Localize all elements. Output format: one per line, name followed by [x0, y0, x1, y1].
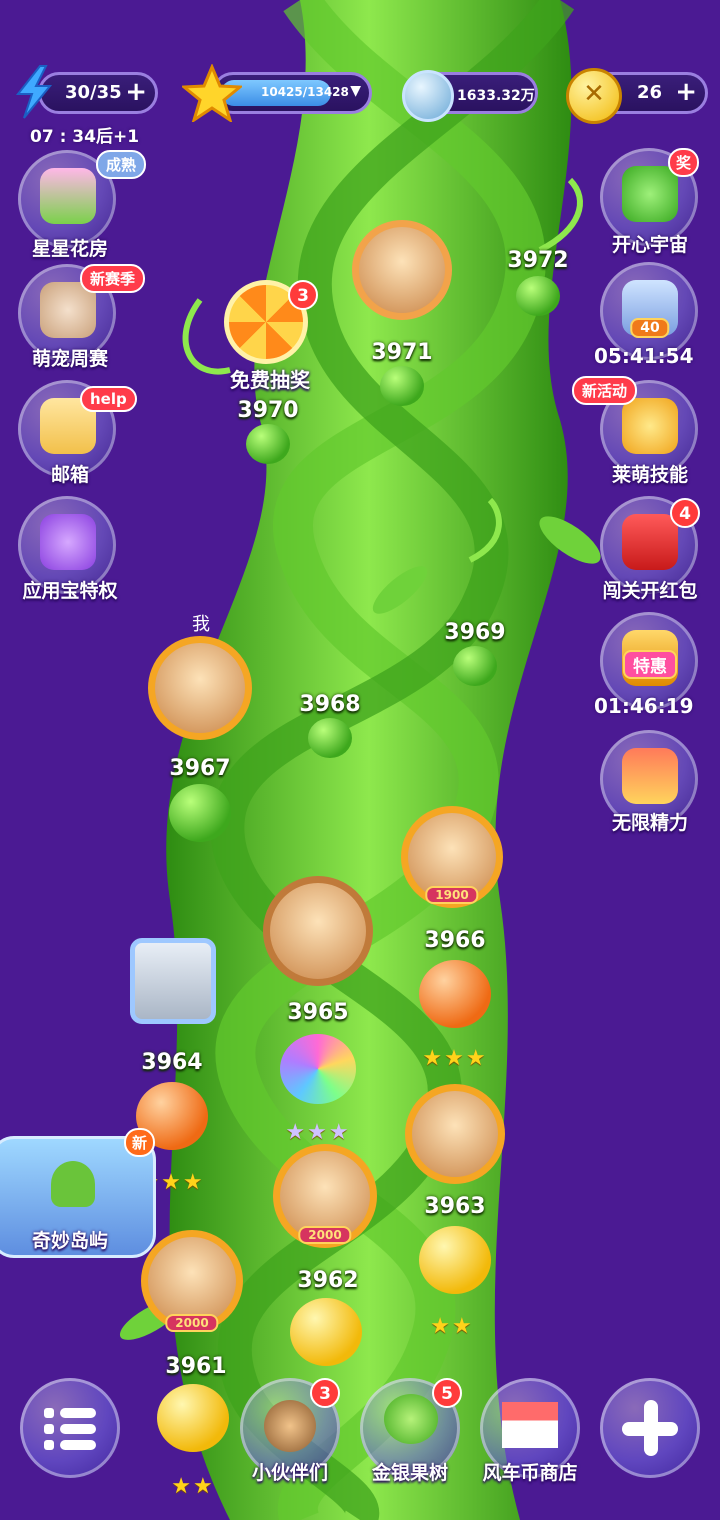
star-flower-house-label: 星星花房 — [31, 238, 108, 260]
chevron-down-icon[interactable]: ▼ — [350, 83, 361, 99]
level-number: 3971 — [371, 340, 433, 365]
level-node-3963[interactable] — [419, 1226, 491, 1294]
windmill-shop-label: 风车币商店 — [482, 1462, 578, 1484]
level-number: 3969 — [444, 620, 506, 645]
lottery-label: 免费抽奖 — [230, 368, 310, 392]
raccoon-icon — [264, 1400, 316, 1452]
add-coin-button[interactable]: + — [675, 78, 697, 106]
palm-tree-icon — [51, 1161, 95, 1207]
level-stars-3963: ★★ — [430, 1314, 474, 1339]
level-number: 3964 — [141, 1050, 203, 1075]
friend-cow-avatar[interactable] — [263, 876, 373, 986]
star-progress-value: 10425/13428 — [261, 85, 349, 99]
level-number: 3967 — [169, 756, 231, 781]
energy-value: 30/35 — [65, 82, 122, 103]
gift-icon — [622, 748, 678, 804]
level-number: 3970 — [237, 398, 299, 423]
owl-icon — [40, 514, 96, 570]
level-node-3968[interactable] — [308, 718, 352, 758]
diamond-icon — [402, 70, 454, 122]
diamond-value: 1633.32万 — [457, 88, 535, 104]
special-offer-timer: 01:46:19 — [594, 694, 694, 718]
level-number: 3963 — [424, 1194, 486, 1219]
tree-icon — [384, 1394, 438, 1444]
level-node-3965[interactable] — [280, 1034, 356, 1104]
level-stars-3966: ★★★ — [422, 1046, 488, 1071]
red-packet-icon — [622, 514, 678, 570]
plus-icon — [622, 1400, 678, 1456]
level-number: 3972 — [507, 248, 569, 273]
level-node-3969[interactable] — [453, 646, 497, 686]
level-node-3967-current[interactable] — [169, 784, 231, 842]
level-node-3961[interactable] — [157, 1384, 229, 1452]
shop-icon — [502, 1402, 558, 1448]
friend-avatar[interactable] — [352, 220, 452, 320]
rank-event-timer: 05:41:54 — [594, 344, 694, 368]
mature-tag: 成熟 — [96, 150, 147, 179]
partners-badge: 3 — [310, 1378, 340, 1408]
happy-universe-label: 开心宇宙 — [611, 234, 688, 256]
level-node-3972[interactable] — [516, 276, 560, 316]
my-bear-avatar[interactable] — [148, 636, 252, 740]
reward-tag: 奖 — [668, 148, 700, 177]
frame-plate-2000: 2000 — [298, 1226, 352, 1244]
level-node-3966[interactable] — [419, 960, 491, 1028]
red-packet-badge: 4 — [670, 498, 700, 528]
game-stage: 30/35 + 07 : 34后+1 10425/13428 ▼ 1633.32… — [0, 0, 720, 1520]
new-activity-tag: 新活动 — [572, 376, 638, 405]
rank-level-plate: 40 — [630, 318, 670, 338]
red-packet-label: 闯关开红包 — [602, 580, 698, 602]
wonder-island-label: 奇妙岛屿 — [31, 1230, 108, 1252]
plus-button[interactable] — [600, 1378, 700, 1478]
energy-timer: 07 : 34后+1 — [30, 127, 140, 147]
level-number: 3968 — [299, 692, 361, 717]
mailbox-label: 邮箱 — [50, 464, 89, 486]
level-node-3970[interactable] — [246, 424, 290, 464]
energy-bar[interactable]: 30/35 + — [38, 72, 158, 114]
add-energy-button[interactable]: + — [125, 78, 147, 106]
coin-value: 26 — [637, 82, 663, 103]
coin-icon: ✕ — [566, 68, 622, 124]
frame-plate-2000: 2000 — [165, 1314, 219, 1332]
level-number: 3965 — [287, 1000, 349, 1025]
new-season-tag: 新赛季 — [80, 264, 146, 293]
list-menu-icon — [44, 1408, 96, 1450]
lightning-icon — [15, 65, 53, 119]
friend-kitten-avatar[interactable] — [405, 1084, 505, 1184]
star-icon — [182, 64, 242, 122]
frame-plate-1900: 1900 — [425, 886, 479, 904]
level-node-3962[interactable] — [290, 1298, 362, 1366]
lottery-badge: 3 — [288, 280, 318, 310]
level-stars-3961: ★★ — [171, 1474, 215, 1499]
frog-icon — [622, 166, 678, 222]
level-number: 3961 — [165, 1354, 227, 1379]
flower-icon — [40, 168, 96, 224]
help-tag: help — [80, 386, 137, 412]
level-stars-3965: ★★★ — [285, 1120, 351, 1145]
friend-baby-avatar[interactable] — [130, 938, 216, 1024]
chick-icon — [622, 398, 678, 454]
menu-button[interactable] — [20, 1378, 120, 1478]
me-marker-label: 我 — [192, 614, 210, 635]
new-tag: 新 — [124, 1128, 156, 1157]
pet-weekly-contest-label: 萌宠周赛 — [31, 348, 108, 370]
app-treasure-privilege-label: 应用宝特权 — [22, 580, 118, 602]
special-offer-plate: 特惠 — [623, 650, 677, 679]
level-number: 3966 — [424, 928, 486, 953]
level-node-3971[interactable] — [380, 366, 424, 406]
level-number: 3962 — [297, 1268, 359, 1293]
laimeng-skill-label: 莱萌技能 — [611, 464, 688, 486]
money-tree-badge: 5 — [432, 1378, 462, 1408]
unlimited-energy-label: 无限精力 — [611, 812, 688, 834]
